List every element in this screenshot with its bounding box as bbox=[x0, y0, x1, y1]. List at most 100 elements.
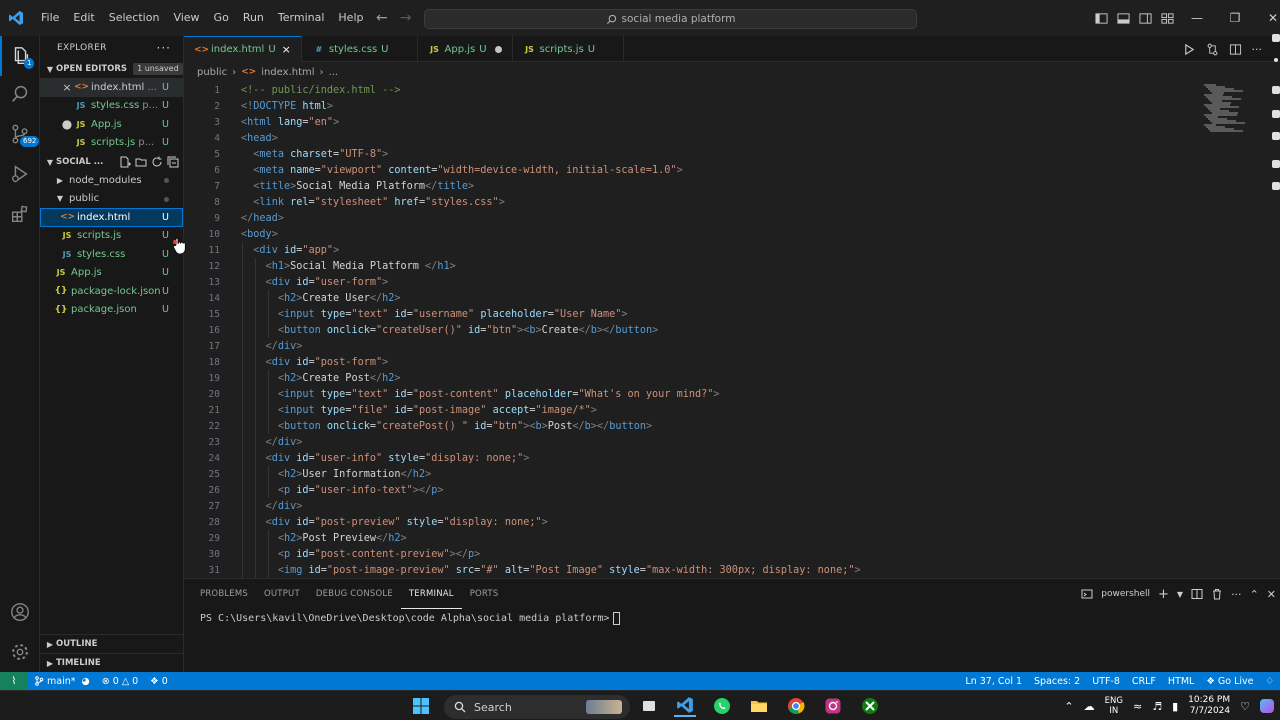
code-line[interactable]: 22 <button onclick="createPost() " id="b… bbox=[184, 418, 1204, 434]
tree-item-node_modules[interactable]: ▶ node_modules bbox=[40, 171, 183, 190]
battery-icon[interactable]: ▮ bbox=[1172, 700, 1178, 713]
command-center-search[interactable]: social media platform bbox=[424, 9, 917, 29]
code-line[interactable]: 31 <img id="post-image-preview" src="#" … bbox=[184, 562, 1204, 578]
code-line[interactable]: 29 <h2>Post Preview</h2> bbox=[184, 530, 1204, 546]
code-line[interactable]: 8 <link rel="stylesheet" href="styles.cs… bbox=[184, 194, 1204, 210]
source-control-icon[interactable]: 692 bbox=[0, 114, 40, 154]
tab-scripts-js[interactable]: JS scripts.js U bbox=[513, 36, 625, 62]
tree-item-styles-css[interactable]: JS styles.css U bbox=[40, 245, 183, 264]
shell-name[interactable]: powershell bbox=[1101, 589, 1150, 599]
overlay-icon[interactable] bbox=[1272, 160, 1280, 168]
new-folder-icon[interactable] bbox=[135, 156, 147, 168]
code-line[interactable]: 14 <h2>Create User</h2> bbox=[184, 290, 1204, 306]
restore-icon[interactable]: ❐ bbox=[1216, 0, 1254, 36]
open-editor-item[interactable]: × <> index.html... U bbox=[40, 78, 183, 97]
panel-tab-terminal[interactable]: TERMINAL bbox=[400, 579, 462, 609]
outline-section[interactable]: ▶ OUTLINE bbox=[40, 634, 183, 653]
whatsapp-icon[interactable] bbox=[711, 695, 733, 717]
code-line[interactable]: 5 <meta charset="UTF-8"> bbox=[184, 146, 1204, 162]
windows-start-icon[interactable] bbox=[410, 695, 432, 717]
close-panel-icon[interactable]: ✕ bbox=[1267, 588, 1276, 601]
menu-edit[interactable]: Edit bbox=[66, 0, 101, 36]
panel-tab-problems[interactable]: PROBLEMS bbox=[192, 579, 256, 609]
refresh-icon[interactable] bbox=[151, 156, 163, 168]
remote-indicator-icon[interactable]: ⌇ bbox=[0, 672, 28, 690]
terminal-dropdown-icon[interactable]: ▼ bbox=[1177, 590, 1183, 599]
run-debug-icon[interactable] bbox=[0, 154, 40, 194]
tab-index-html[interactable]: <> index.html U × bbox=[184, 36, 302, 62]
breadcrumb-tail[interactable]: ... bbox=[329, 67, 339, 78]
tab-close-icon[interactable]: × bbox=[282, 43, 291, 56]
line-ending[interactable]: CRLF bbox=[1126, 676, 1162, 687]
code-line[interactable]: 9 </head> bbox=[184, 210, 1204, 226]
tab-unsaved-dot-icon[interactable] bbox=[494, 45, 502, 53]
tab-App-js[interactable]: JS App.js U bbox=[418, 36, 513, 62]
menu-view[interactable]: View bbox=[166, 0, 206, 36]
workspace-header[interactable]: ▼ SOCIAL ... bbox=[40, 153, 183, 171]
code-line[interactable]: 6 <meta name="viewport" content="width=d… bbox=[184, 162, 1204, 178]
forward-arrow-icon[interactable]: → bbox=[400, 10, 412, 26]
tree-item-scripts-js[interactable]: JS scripts.js U bbox=[40, 227, 183, 246]
code-line[interactable]: 13 <div id="user-form"> bbox=[184, 274, 1204, 290]
back-arrow-icon[interactable]: ← bbox=[376, 10, 388, 26]
wifi-icon[interactable]: ≈ bbox=[1133, 700, 1142, 713]
copilot-icon[interactable] bbox=[1260, 699, 1274, 713]
close-icon[interactable]: × bbox=[60, 81, 74, 94]
code-line[interactable]: 16 <button onclick="createUser()" id="bt… bbox=[184, 322, 1204, 338]
run-icon[interactable] bbox=[1183, 43, 1196, 56]
collapse-all-icon[interactable] bbox=[167, 156, 179, 168]
breadcrumb-folder[interactable]: public bbox=[197, 67, 227, 78]
terminal-output[interactable]: PS C:\Users\kavil\OneDrive\Desktop\code … bbox=[200, 612, 621, 625]
split-terminal-icon[interactable] bbox=[1191, 588, 1203, 600]
overlay-icon[interactable] bbox=[1272, 34, 1280, 42]
onedrive-cloud-icon[interactable]: ☁ bbox=[1084, 700, 1095, 713]
panel-tab-ports[interactable]: PORTS bbox=[462, 579, 507, 609]
taskbar-clock[interactable]: 10:26 PM 7/7/2024 bbox=[1188, 695, 1230, 717]
notification-icon[interactable]: ♡ bbox=[1240, 700, 1250, 713]
problems-status[interactable]: ⊗ 0 △ 0 bbox=[96, 676, 144, 687]
maximize-panel-icon[interactable]: ⌃ bbox=[1250, 588, 1259, 601]
tree-item-package-json[interactable]: {} package.json U bbox=[40, 301, 183, 320]
code-line[interactable]: 12 <h1>Social Media Platform </h1> bbox=[184, 258, 1204, 274]
taskbar-search[interactable]: Search bbox=[444, 695, 630, 719]
code-line[interactable]: 30 <p id="post-content-preview"></p> bbox=[184, 546, 1204, 562]
timeline-section[interactable]: ▶ TIMELINE bbox=[40, 653, 183, 672]
chrome-icon[interactable] bbox=[785, 695, 807, 717]
code-line[interactable]: 28 <div id="post-preview" style="display… bbox=[184, 514, 1204, 530]
trash-icon[interactable] bbox=[1211, 588, 1223, 600]
code-line[interactable]: 24 <div id="user-info" style="display: n… bbox=[184, 450, 1204, 466]
overlay-icon[interactable] bbox=[1274, 58, 1278, 62]
show-hidden-icons-icon[interactable]: ⌃ bbox=[1064, 700, 1073, 713]
toggle-primary-sidebar-icon[interactable] bbox=[1090, 0, 1112, 36]
indentation[interactable]: Spaces: 2 bbox=[1028, 676, 1086, 687]
code-line[interactable]: 11 <div id="app"> bbox=[184, 242, 1204, 258]
notifications-bell-icon[interactable]: ♢ bbox=[1259, 676, 1280, 687]
code-line[interactable]: 18 <div id="post-form"> bbox=[184, 354, 1204, 370]
overlay-icon[interactable] bbox=[1272, 86, 1280, 94]
tree-item-package-lock-json[interactable]: {} package-lock.json U bbox=[40, 282, 183, 301]
code-line[interactable]: 10 <body> bbox=[184, 226, 1204, 242]
menu-terminal[interactable]: Terminal bbox=[271, 0, 332, 36]
breadcrumb-file[interactable]: index.html bbox=[261, 67, 314, 78]
cursor-position[interactable]: Ln 37, Col 1 bbox=[959, 676, 1028, 687]
panel-tab-output[interactable]: OUTPUT bbox=[256, 579, 308, 609]
code-line[interactable]: 25 <h2>User Information</h2> bbox=[184, 466, 1204, 482]
volume-icon[interactable]: ♬ bbox=[1152, 700, 1162, 713]
task-view-icon[interactable] bbox=[638, 695, 660, 717]
code-line[interactable]: 20 <input type="text" id="post-content" … bbox=[184, 386, 1204, 402]
code-line[interactable]: 19 <h2>Create Post</h2> bbox=[184, 370, 1204, 386]
menu-help[interactable]: Help bbox=[331, 0, 370, 36]
code-editor[interactable]: 1 <!-- public/index.html --> 2 <!DOCTYPE ht… bbox=[184, 82, 1280, 578]
minimize-icon[interactable]: — bbox=[1178, 0, 1216, 36]
tree-item-public[interactable]: ▼ public bbox=[40, 190, 183, 209]
language-indicator[interactable]: ENG IN bbox=[1105, 696, 1123, 716]
overlay-icon[interactable] bbox=[1272, 132, 1280, 140]
overlay-icon[interactable] bbox=[1272, 110, 1280, 118]
unsaved-dot-icon[interactable]: ● bbox=[60, 117, 74, 131]
more-editor-actions-icon[interactable]: ··· bbox=[1252, 43, 1263, 56]
code-line[interactable]: 21 <input type="file" id="post-image" ac… bbox=[184, 402, 1204, 418]
extensions-icon[interactable] bbox=[0, 194, 40, 234]
search-icon[interactable] bbox=[0, 74, 40, 114]
panel-tab-debug-console[interactable]: DEBUG CONSOLE bbox=[308, 579, 401, 609]
code-line[interactable]: 17 </div> bbox=[184, 338, 1204, 354]
